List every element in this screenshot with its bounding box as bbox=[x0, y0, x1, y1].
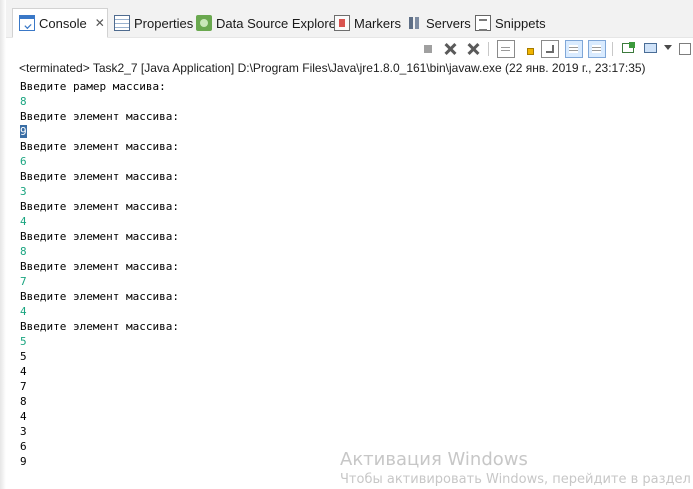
console-line: 3 bbox=[20, 424, 179, 439]
tab-servers[interactable]: Servers bbox=[406, 10, 471, 36]
eclipse-console-view: Console ✕ Properties Data Source Explore… bbox=[0, 0, 693, 489]
remove-all-terminated-icon[interactable] bbox=[463, 40, 481, 58]
console-icon bbox=[19, 15, 35, 31]
snippets-icon bbox=[475, 15, 491, 31]
console-output-text: Введите элемент массива: bbox=[20, 200, 179, 213]
console-line: Введите элемент массива: bbox=[20, 169, 179, 184]
console-toolbar bbox=[0, 39, 693, 59]
console-line: Введите элемент массива: bbox=[20, 199, 179, 214]
console-output-text: Введите элемент массива: bbox=[20, 110, 179, 123]
tab-console-label: Console bbox=[39, 15, 87, 31]
show-console-on-stdout-icon[interactable] bbox=[565, 40, 583, 58]
toolbar-separator bbox=[612, 42, 613, 56]
console-output-text: 7 bbox=[20, 380, 27, 393]
console-output-text: 3 bbox=[20, 425, 27, 438]
console-input-text: 8 bbox=[20, 245, 27, 258]
process-status-line: <terminated> Task2_7 [Java Application] … bbox=[19, 61, 646, 75]
activation-watermark-title: Активация Windows bbox=[340, 449, 528, 470]
toolbar-separator bbox=[488, 42, 489, 56]
console-input-text: 3 bbox=[20, 185, 27, 198]
console-line: Введите элемент массива: bbox=[20, 319, 179, 334]
console-output-text: Введите элемент массива: bbox=[20, 320, 179, 333]
console-output-text: 4 bbox=[20, 410, 27, 423]
servers-icon bbox=[406, 15, 422, 31]
console-line: Введите рамер массива: bbox=[20, 79, 179, 94]
console-line: Введите элемент массива: bbox=[20, 139, 179, 154]
console-line: 9 bbox=[20, 124, 179, 139]
console-output-text: Введите элемент массива: bbox=[20, 260, 179, 273]
console-output-text: Введите рамер массива: bbox=[20, 80, 166, 93]
console-line: 4 bbox=[20, 409, 179, 424]
console-input-text: 8 bbox=[20, 95, 27, 108]
console-input-text-selected: 9 bbox=[20, 125, 27, 138]
console-line: 9 bbox=[20, 454, 179, 469]
word-wrap-icon[interactable] bbox=[519, 40, 537, 58]
tab-data-source-explorer[interactable]: Data Source Explorer bbox=[196, 10, 340, 36]
remove-launch-icon[interactable] bbox=[441, 40, 459, 58]
new-console-view-icon[interactable] bbox=[676, 40, 693, 58]
tab-markers[interactable]: Markers bbox=[334, 10, 401, 36]
markers-icon bbox=[334, 15, 350, 31]
console-line: 8 bbox=[20, 394, 179, 409]
tab-servers-label: Servers bbox=[426, 15, 471, 31]
console-line: Введите элемент массива: bbox=[20, 229, 179, 244]
console-output-text: 6 bbox=[20, 440, 27, 453]
pin-console-icon[interactable] bbox=[541, 40, 559, 58]
console-input-text: 5 bbox=[20, 335, 27, 348]
console-output-text: 4 bbox=[20, 365, 27, 378]
console-output-text: Введите элемент массива: bbox=[20, 290, 179, 303]
show-console-on-stderr-icon[interactable] bbox=[588, 40, 606, 58]
tab-properties-label: Properties bbox=[134, 15, 194, 31]
terminate-icon[interactable] bbox=[419, 40, 437, 58]
console-output-text: 8 bbox=[20, 395, 27, 408]
tab-data-source-explorer-label: Data Source Explorer bbox=[216, 15, 341, 31]
tab-properties[interactable]: Properties bbox=[114, 10, 193, 36]
console-line: 4 bbox=[20, 214, 179, 229]
console-line: 8 bbox=[20, 244, 179, 259]
console-input-text: 7 bbox=[20, 275, 27, 288]
console-output-text: 9 bbox=[20, 455, 27, 468]
console-line: Введите элемент массива: bbox=[20, 259, 179, 274]
display-selected-console-icon[interactable] bbox=[642, 40, 660, 58]
activation-watermark-subtitle: Чтобы активировать Windows, перейдите в … bbox=[340, 472, 691, 487]
scroll-lock-icon[interactable] bbox=[497, 40, 515, 58]
tab-console[interactable]: Console ✕ bbox=[12, 8, 108, 38]
open-console-icon[interactable] bbox=[619, 40, 637, 58]
console-output-text: Введите элемент массива: bbox=[20, 230, 179, 243]
console-line: 7 bbox=[20, 379, 179, 394]
console-line: 5 bbox=[20, 349, 179, 364]
console-line: 6 bbox=[20, 439, 179, 454]
left-panel-edge bbox=[0, 0, 6, 489]
data-source-explorer-icon bbox=[196, 15, 212, 31]
console-input-text: 4 bbox=[20, 305, 27, 318]
close-icon[interactable]: ✕ bbox=[95, 16, 105, 30]
console-line: 6 bbox=[20, 154, 179, 169]
console-line: 5 bbox=[20, 334, 179, 349]
console-output-text: 5 bbox=[20, 350, 27, 363]
console-line: 4 bbox=[20, 364, 179, 379]
console-output[interactable]: Введите рамер массива: 8 Введите элемент м… bbox=[20, 79, 179, 469]
chevron-down-icon[interactable] bbox=[664, 45, 672, 50]
properties-icon bbox=[114, 15, 130, 31]
console-line: 4 bbox=[20, 304, 179, 319]
console-line: 8 bbox=[20, 94, 179, 109]
console-line: Введите элемент массива: bbox=[20, 109, 179, 124]
console-line: 3 bbox=[20, 184, 179, 199]
console-input-text: 4 bbox=[20, 215, 27, 228]
console-line: 7 bbox=[20, 274, 179, 289]
tab-snippets[interactable]: Snippets bbox=[475, 10, 546, 36]
tab-snippets-label: Snippets bbox=[495, 15, 546, 31]
tab-markers-label: Markers bbox=[354, 15, 401, 31]
console-output-text: Введите элемент массива: bbox=[20, 140, 179, 153]
console-output-text: Введите элемент массива: bbox=[20, 170, 179, 183]
console-input-text: 6 bbox=[20, 155, 27, 168]
console-line: Введите элемент массива: bbox=[20, 289, 179, 304]
